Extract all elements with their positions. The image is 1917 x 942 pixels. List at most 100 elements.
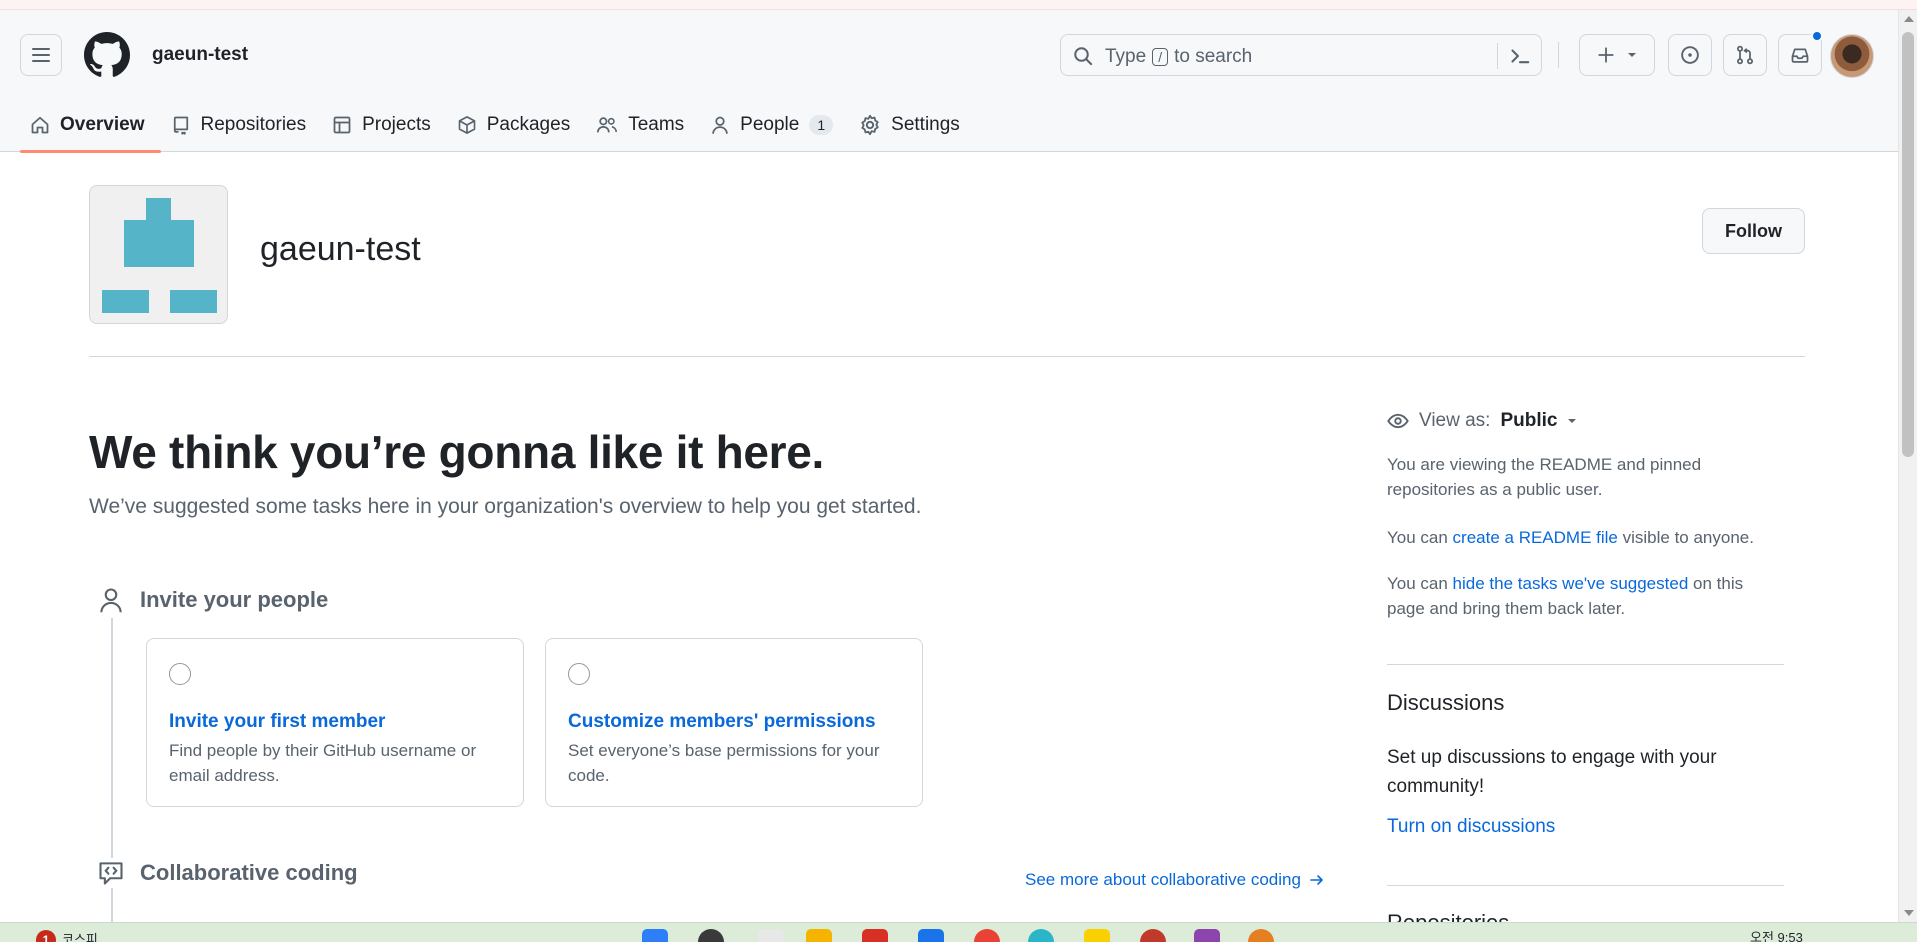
start-menu-icon[interactable] [642,929,668,942]
header-divider [1558,42,1559,68]
sidebar-divider [1387,885,1784,886]
file-explorer-icon[interactable] [806,929,832,942]
tab-label: Teams [628,114,685,135]
org-profile-header: gaeun-test Follow [89,185,1805,357]
chrome-icon[interactable] [974,929,1000,942]
store-app-icon[interactable] [918,929,944,942]
task-title-link[interactable]: Invite your first member [169,711,385,733]
browser-top-strip [0,0,1917,10]
eye-icon [1387,413,1409,429]
scroll-down-arrow-icon[interactable] [1904,910,1914,916]
org-identicon-icon [102,198,217,313]
view-as-value: Public [1500,410,1558,431]
app-icon[interactable] [1140,929,1166,942]
tab-label: Packages [486,114,571,135]
org-title: gaeun-test [260,230,421,268]
inbox-icon [1791,48,1809,63]
package-icon [458,116,476,134]
readme-hint-prefix: You can [1387,528,1453,547]
readme-hint: You can create a README file visible to … [1387,525,1784,550]
task-title-link[interactable]: Customize members' permissions [568,711,876,733]
welcome-heading: We think you’re gonna like it here. [89,426,825,478]
command-palette-icon[interactable] [1509,45,1531,67]
create-readme-link[interactable]: create a README file [1453,528,1618,547]
tab-label: People [740,114,800,135]
search-placeholder-suffix: to search [1174,46,1253,67]
kakaotalk-icon[interactable] [1084,929,1110,942]
tab-label: Settings [891,114,960,135]
task-card-invite-member[interactable]: Invite your first member Find people by … [146,638,524,807]
tab-label: Repositories [200,114,307,135]
view-as-prefix: View as: [1419,410,1491,431]
tab-projects[interactable]: Projects [322,98,447,152]
search-input[interactable]: Type / to search [1060,34,1542,76]
tab-label: Projects [362,114,431,135]
hide-tasks-prefix: You can [1387,574,1453,593]
hide-tasks-link[interactable]: hide the tasks we've suggested [1453,574,1689,593]
search-taskbar-icon[interactable] [698,929,724,942]
stock-widget-label[interactable]: 코스피 [62,929,98,942]
person-icon [96,585,126,615]
follow-button[interactable]: Follow [1702,208,1805,254]
search-divider [1497,43,1498,69]
tab-teams[interactable]: Teams [586,98,700,152]
tab-repositories[interactable]: Repositories [161,98,323,152]
tab-people[interactable]: People 1 [700,98,849,152]
pull-requests-button[interactable] [1723,34,1767,76]
search-icon [1074,47,1093,66]
table-icon [333,116,351,134]
search-placeholder: Type / to search [1105,46,1252,68]
os-taskbar: 1 코스피 오전 9:53 [0,922,1917,942]
app-icon[interactable] [1194,929,1220,942]
discussions-heading: Discussions [1387,690,1505,715]
global-nav: gaeun-test Type / to search [0,10,1898,98]
plus-icon [1598,47,1614,63]
section-collaborative-coding: Collaborative coding [96,858,358,888]
task-view-icon[interactable] [758,929,784,942]
people-count-badge: 1 [809,115,834,135]
people-icon [597,117,618,133]
task-checkbox[interactable] [568,663,590,685]
view-as-dropdown[interactable]: View as: Public [1387,410,1577,432]
org-breadcrumb-link[interactable]: gaeun-test [152,44,248,66]
git-pull-request-icon [1736,45,1754,65]
see-more-label: See more about collaborative coding [1025,870,1301,889]
task-description: Set everyone’s base permissions for your… [568,741,880,785]
task-timeline-line [111,618,113,942]
sidebar-divider [1387,664,1784,665]
turn-on-discussions-link[interactable]: Turn on discussions [1387,816,1555,838]
notification-indicator [1811,30,1823,42]
code-review-icon [96,858,126,888]
repo-icon [173,116,188,135]
section-title: Invite your people [140,587,329,612]
scrollbar-thumb[interactable] [1902,32,1914,457]
org-header: gaeun-test Type / to search Overview Rep… [0,10,1898,153]
tab-settings[interactable]: Settings [849,98,976,152]
view-as-description: You are viewing the README and pinned re… [1387,455,1702,499]
page-scrollbar[interactable] [1898,10,1917,922]
task-checkbox[interactable] [169,663,191,685]
hide-tasks-hint: You can hide the tasks we've suggested o… [1387,571,1784,621]
edge-icon[interactable] [1028,929,1054,942]
home-icon [31,116,49,134]
issues-button[interactable] [1668,34,1712,76]
github-logo-icon[interactable] [84,32,130,78]
taskbar-alert-badge: 1 [36,930,56,942]
scroll-up-arrow-icon[interactable] [1904,16,1914,22]
triangle-down-icon [1628,53,1636,57]
tab-packages[interactable]: Packages [447,98,586,152]
see-more-collab-link[interactable]: See more about collaborative coding [1025,870,1325,890]
create-new-button[interactable] [1579,34,1655,76]
tab-overview[interactable]: Overview [20,98,161,153]
system-clock: 오전 9:53 [1750,930,1803,942]
task-card-member-permissions[interactable]: Customize members' permissions Set every… [545,638,923,807]
issue-opened-icon [1681,46,1699,64]
task-description: Find people by their GitHub username or … [169,741,477,785]
calendar-app-icon[interactable] [862,929,888,942]
user-avatar[interactable] [1830,34,1874,78]
search-placeholder-prefix: Type [1105,46,1147,67]
app-icon[interactable] [1248,929,1274,942]
discussions-description: Set up discussions to engage with your c… [1387,747,1717,797]
section-invite-people: Invite your people [96,585,328,615]
hamburger-menu-button[interactable] [20,34,62,76]
